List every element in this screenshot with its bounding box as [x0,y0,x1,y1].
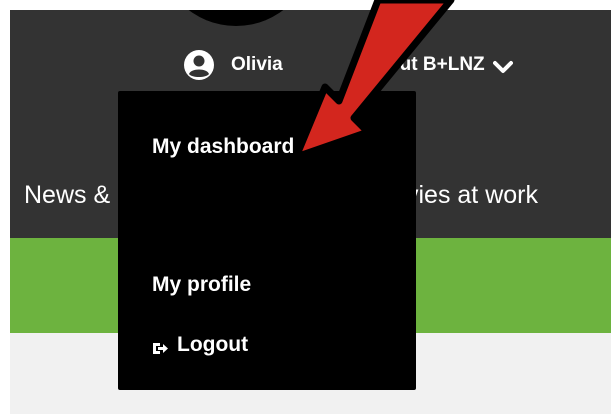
subnav-news-link[interactable]: News & [24,181,110,210]
user-dropdown-menu: My dashboard My profile Logout [118,91,416,390]
logout-label: Logout [177,333,249,356]
about-menu-label: About B+LNZ [362,54,485,75]
menu-item-my-profile[interactable]: My profile [152,273,251,297]
about-menu-link[interactable]: About B+LNZ [363,54,513,76]
menu-item-my-dashboard[interactable]: My dashboard [152,135,294,159]
user-circle-icon[interactable] [182,48,216,82]
user-nav: Olivia About B+LNZ [182,48,513,82]
logout-icon [152,338,169,354]
chevron-down-icon [492,58,513,73]
menu-item-logout[interactable]: Logout [152,333,248,357]
page: Olivia About B+LNZ News & vies at work M… [10,10,611,414]
user-name-link[interactable]: Olivia [231,54,283,76]
subnav-work-link[interactable]: vies at work [406,181,538,210]
